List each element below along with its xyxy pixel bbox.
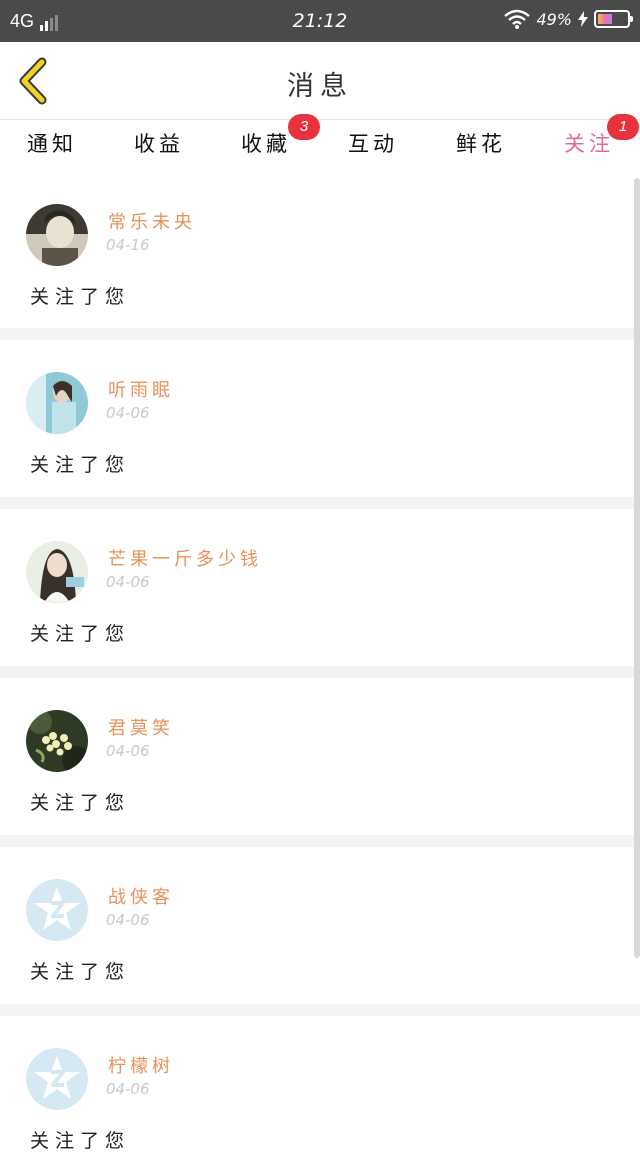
- list-item[interactable]: 君莫笑 04-06 关注了您: [0, 678, 640, 835]
- follows-badge: 1: [607, 114, 639, 140]
- battery-level: [598, 14, 612, 24]
- nickname-link[interactable]: 常乐未央: [108, 208, 196, 234]
- notification-message: 关注了您: [30, 1130, 131, 1152]
- notification-message: 关注了您: [30, 454, 131, 476]
- timestamp: 04-16: [106, 236, 150, 254]
- tab-label: 互动: [348, 132, 398, 156]
- charging-icon: [578, 11, 588, 27]
- avatar[interactable]: [26, 879, 88, 941]
- notification-list: 常乐未央 04-16 关注了您 听雨眠 04-06 关注了您 芒果一斤多少钱 0…: [0, 172, 640, 1173]
- tab-earnings[interactable]: 收益: [114, 128, 204, 168]
- notification-message: 关注了您: [30, 961, 131, 983]
- list-item[interactable]: 常乐未央 04-16 关注了您: [0, 172, 640, 328]
- nickname-link[interactable]: 芒果一斤多少钱: [108, 545, 262, 571]
- list-item[interactable]: 听雨眠 04-06 关注了您: [0, 340, 640, 497]
- timestamp: 04-06: [106, 573, 150, 591]
- battery-icon: [594, 10, 633, 28]
- avatar[interactable]: [26, 372, 88, 434]
- notification-message: 关注了您: [30, 623, 131, 645]
- tab-notifications[interactable]: 通知: [7, 128, 97, 168]
- page-title: 消息: [287, 71, 353, 102]
- timestamp: 04-06: [106, 742, 150, 760]
- favorites-badge: 3: [288, 114, 320, 140]
- tab-interactions[interactable]: 互动: [328, 128, 418, 168]
- timestamp: 04-06: [106, 1080, 150, 1098]
- tab-label: 收益: [134, 132, 184, 156]
- header-bar: 消息: [0, 42, 640, 120]
- avatar[interactable]: [26, 204, 88, 266]
- tab-flowers[interactable]: 鲜花: [436, 128, 526, 168]
- wifi-icon: [504, 9, 531, 29]
- status-icons: 49%: [504, 9, 633, 29]
- status-bar: 4G 21:12 49%: [0, 0, 640, 42]
- timestamp: 04-06: [106, 911, 150, 929]
- nickname-link[interactable]: 战侠客: [108, 883, 174, 909]
- list-item[interactable]: 柠檬树 04-06 关注了您: [0, 1016, 640, 1173]
- list-item[interactable]: 芒果一斤多少钱 04-06 关注了您: [0, 509, 640, 666]
- nickname-link[interactable]: 听雨眠: [108, 376, 174, 402]
- tab-label: 鲜花: [456, 132, 506, 156]
- tab-label: 关注: [564, 132, 614, 156]
- default-avatar-icon: [26, 879, 88, 941]
- notification-message: 关注了您: [30, 792, 131, 814]
- avatar[interactable]: [26, 1048, 88, 1110]
- message-tabs: 通知 收益 收藏 3 互动 鲜花 关注 1: [0, 114, 640, 175]
- avatar[interactable]: [26, 541, 88, 603]
- timestamp: 04-06: [106, 404, 150, 422]
- notification-message: 关注了您: [30, 286, 131, 308]
- tab-label: 收藏: [241, 132, 291, 156]
- battery-percent: 49%: [536, 9, 572, 29]
- avatar[interactable]: [26, 710, 88, 772]
- tab-label: 通知: [27, 132, 77, 156]
- default-avatar-icon: [26, 1048, 88, 1110]
- nickname-link[interactable]: 君莫笑: [108, 714, 174, 740]
- list-item[interactable]: 战侠客 04-06 关注了您: [0, 847, 640, 1004]
- scrollbar[interactable]: [634, 178, 640, 958]
- nickname-link[interactable]: 柠檬树: [108, 1052, 174, 1078]
